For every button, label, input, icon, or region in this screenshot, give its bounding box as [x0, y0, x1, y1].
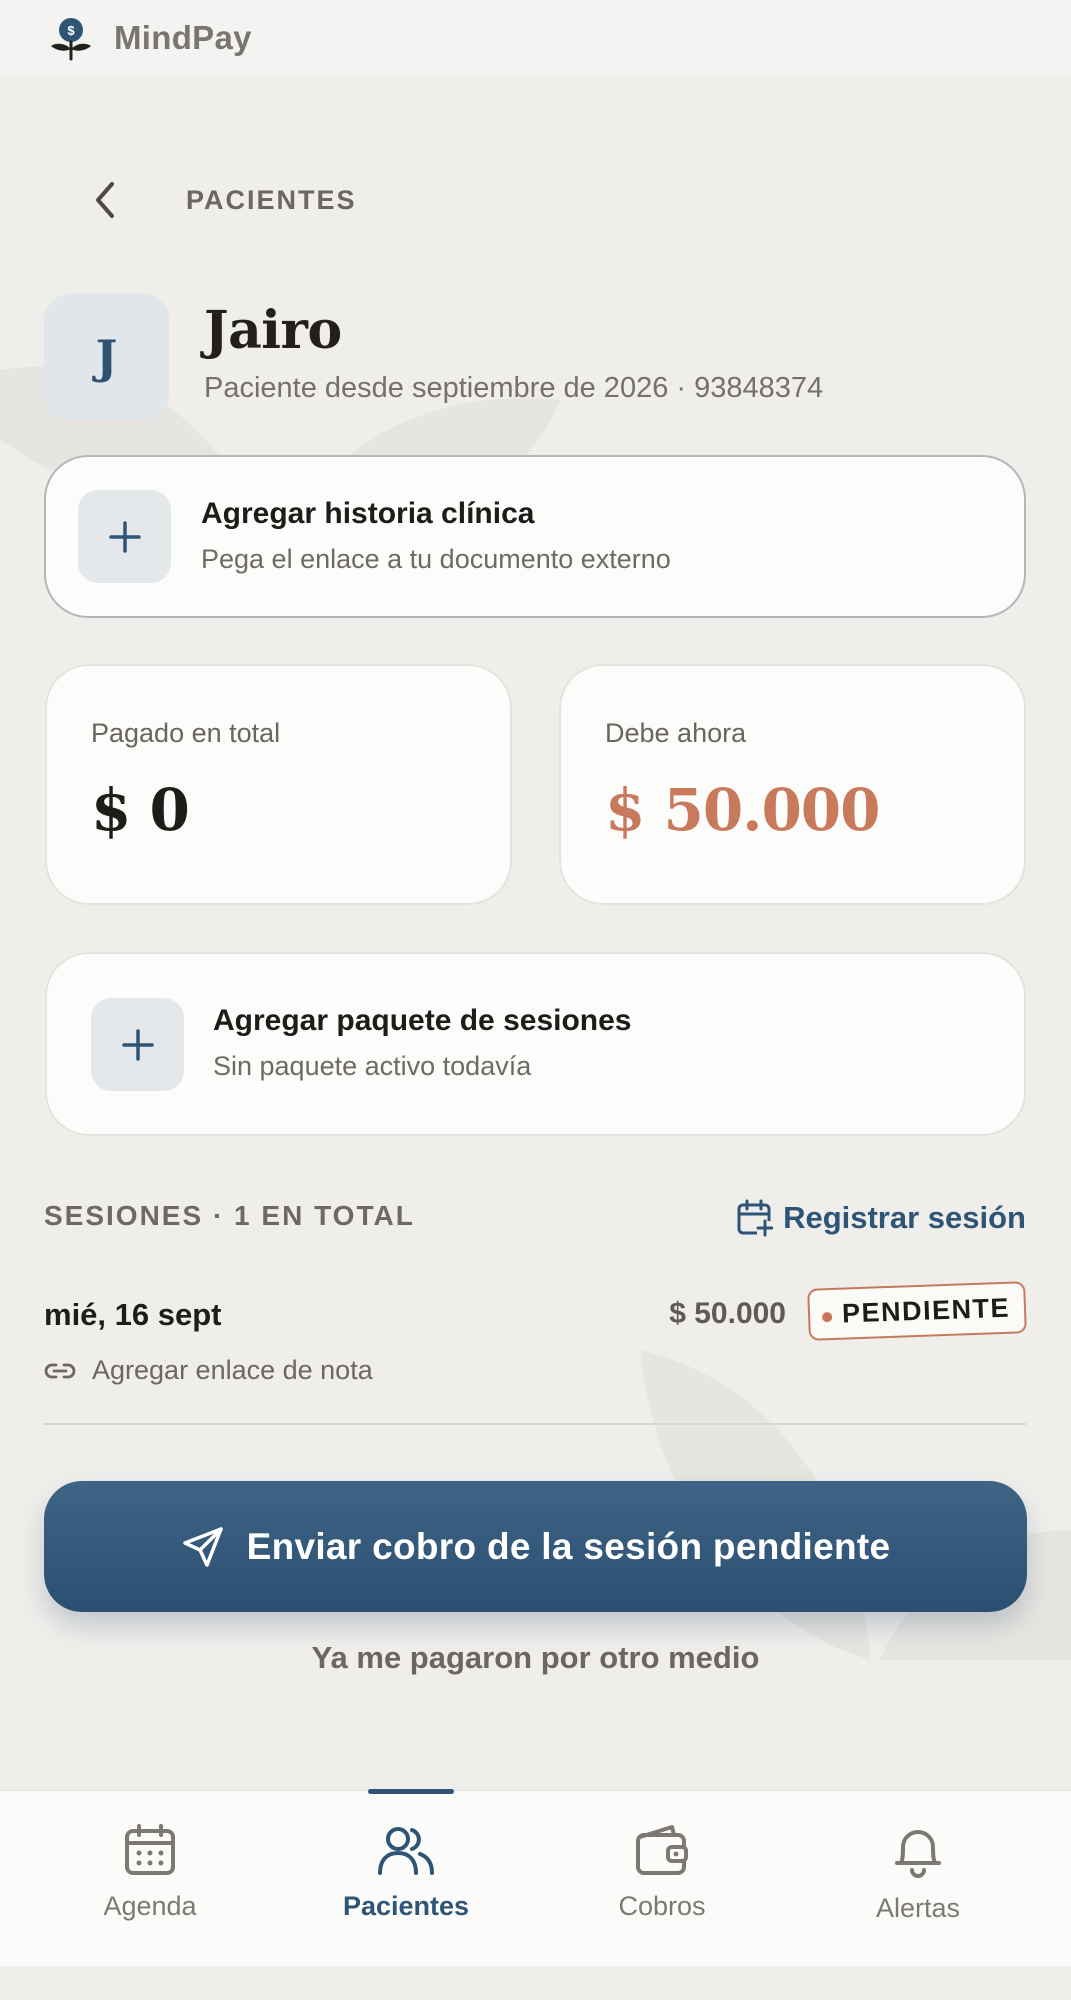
- users-icon: [378, 1827, 434, 1875]
- paid-total-label: Pagado en total: [91, 718, 281, 748]
- status-dot: [821, 1311, 833, 1323]
- app-header: $ MindPay: [0, 0, 1071, 75]
- patient-header: J Jairo Paciente desde septiembre de 202…: [44, 294, 1034, 424]
- plus-icon: [108, 520, 141, 553]
- active-tab-indicator: [368, 1789, 454, 1794]
- sessions-heading: SESIONES · 1 EN TOTAL: [44, 1200, 415, 1231]
- back-button[interactable]: [82, 172, 126, 228]
- tab-pacientes-label: Pacientes: [342, 1891, 470, 1921]
- tab-cobros-label: Cobros: [618, 1891, 706, 1921]
- session-amount: $ 50.000: [669, 1297, 786, 1330]
- add-package-card[interactable]: Agregar paquete de sesiones Sin paquete …: [45, 952, 1026, 1136]
- wallet-icon: [636, 1825, 688, 1875]
- tab-alertas[interactable]: Alertas: [784, 1791, 1052, 1967]
- paid-total-card: Pagado en total $ 0: [45, 664, 512, 905]
- register-session-button[interactable]: Registrar sesión: [737, 1196, 1026, 1240]
- calendar-icon: [125, 1824, 175, 1875]
- svg-text:$: $: [67, 23, 75, 38]
- calendar-plus-icon: [737, 1199, 774, 1237]
- list-item[interactable]: mié, 16 sept $ 50.000 PENDIENTE Agregar …: [44, 1281, 1027, 1425]
- send-charge-label: Enviar cobro de la sesión pendiente: [246, 1525, 891, 1567]
- breadcrumb: PACIENTES: [82, 172, 357, 228]
- plus-icon: [121, 1028, 154, 1061]
- owed-now-label: Debe ahora: [605, 718, 747, 748]
- tab-cobros[interactable]: Cobros: [528, 1791, 796, 1967]
- owed-now-value: $ 50.000: [605, 776, 881, 844]
- bottom-tab-bar: Agenda Pacientes Cobros Alertas: [0, 1789, 1071, 1967]
- register-session-label: Registrar sesión: [783, 1200, 1026, 1235]
- chevron-left-icon: [96, 182, 114, 218]
- owed-now-card: Debe ahora $ 50.000: [559, 664, 1026, 905]
- add-package-subtitle: Sin paquete activo todavía: [213, 1051, 532, 1081]
- app-title: MindPay: [114, 18, 252, 56]
- add-history-card[interactable]: Agregar historia clínica Pega el enlace …: [44, 455, 1026, 618]
- bell-icon: [895, 1830, 941, 1878]
- add-note-link[interactable]: Agregar enlace de nota: [44, 1355, 373, 1386]
- tab-alertas-label: Alertas: [875, 1893, 961, 1923]
- status-badge: PENDIENTE: [807, 1281, 1027, 1341]
- sessions-header: SESIONES · 1 EN TOTAL Registrar sesión: [44, 1196, 1026, 1240]
- status-badge-label: PENDIENTE: [841, 1292, 1011, 1329]
- patient-name: Jairo: [204, 300, 342, 361]
- logo-icon: $: [51, 17, 91, 60]
- link-icon: [44, 1363, 76, 1378]
- paid-other-way-link[interactable]: Ya me pagaron por otro medio: [0, 1640, 1071, 1676]
- tab-agenda-label: Agenda: [103, 1891, 197, 1921]
- add-package-title: Agregar paquete de sesiones: [213, 1004, 632, 1037]
- system-bottom-bar: [0, 1966, 1071, 2000]
- plus-box: [78, 490, 171, 583]
- paid-total-value: $ 0: [91, 776, 190, 844]
- tab-agenda[interactable]: Agenda: [16, 1791, 284, 1967]
- add-history-title: Agregar historia clínica: [201, 497, 535, 530]
- breadcrumb-label[interactable]: PACIENTES: [186, 185, 357, 216]
- send-charge-button[interactable]: Enviar cobro de la sesión pendiente: [44, 1481, 1027, 1612]
- send-icon: [182, 1526, 223, 1567]
- plus-box: [91, 998, 184, 1091]
- patient-subtitle: Paciente desde septiembre de 2026 · 9384…: [204, 372, 824, 404]
- session-date: mié, 16 sept: [44, 1297, 222, 1332]
- add-history-subtitle: Pega el enlace a tu documento externo: [201, 544, 671, 574]
- add-note-label: Agregar enlace de nota: [92, 1355, 373, 1385]
- avatar: J: [44, 294, 169, 420]
- tab-pacientes[interactable]: Pacientes: [272, 1789, 540, 1967]
